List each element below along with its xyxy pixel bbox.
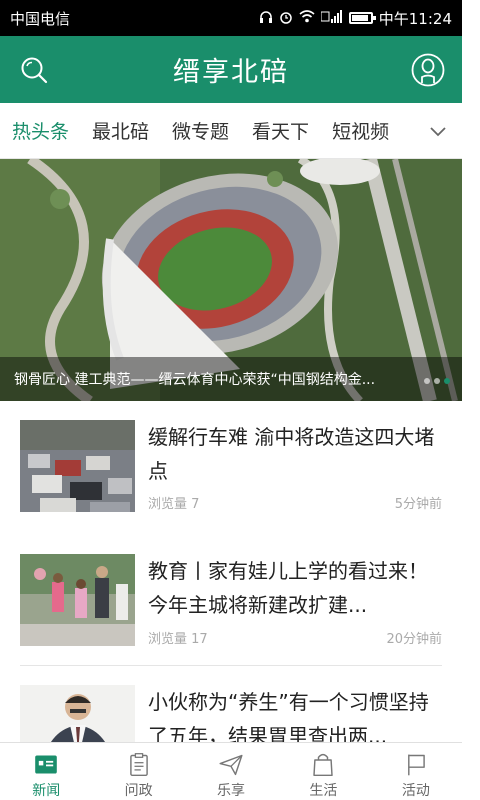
phone-screen: 中国电信 中午11:24 缙享北碚 热头条 最北碚 微专题 看天下 短视频 钢骨… <box>0 0 462 800</box>
view-count: 浏览量 17 <box>148 632 208 647</box>
carousel-dot[interactable] <box>434 378 440 384</box>
tab-beibei[interactable]: 最北碚 <box>92 117 149 144</box>
battery-icon <box>348 12 376 24</box>
news-title: 缓解行车难 渝中将改造这四大堵点 <box>148 425 435 483</box>
news-item[interactable]: 教育丨家有娃儿上学的看过来！今年主城将新建改扩建... 浏览量 17 20分钟前 <box>20 554 442 654</box>
news-item[interactable]: 缓解行车难 渝中将改造这四大堵点 浏览量 7 5分钟前 <box>20 420 442 520</box>
user-icon <box>411 53 445 87</box>
clock: 中午11:24 <box>378 9 452 28</box>
clipboard-icon <box>129 753 148 777</box>
paper-plane-icon <box>219 754 243 776</box>
nav-inquiry[interactable]: 问政 <box>92 743 184 800</box>
nav-label: 生活 <box>309 783 338 799</box>
nav-label: 乐享 <box>217 783 246 799</box>
news-item[interactable]: 小伙称为“养生”有一个习惯坚持了五年，结果胃里查出两... <box>20 685 442 777</box>
news-meta: 浏览量 17 20分钟前 <box>148 628 442 647</box>
wifi-icon <box>299 10 315 26</box>
flag-icon <box>407 754 425 776</box>
tab-world[interactable]: 看天下 <box>252 117 309 144</box>
banner-caption-bar: 钢骨匠心 建工典范——缙云体育中心荣获“中国钢结构金... <box>0 357 462 401</box>
search-button[interactable] <box>14 50 54 90</box>
status-icons: 中午11:24 <box>259 8 452 29</box>
nav-life[interactable]: 生活 <box>277 743 369 800</box>
news-thumbnail <box>20 554 135 646</box>
profile-button[interactable] <box>408 50 448 90</box>
news-title: 教育丨家有娃儿上学的看过来！今年主城将新建改扩建... <box>148 559 428 617</box>
headset-icon <box>259 10 273 27</box>
nav-label: 问政 <box>124 783 153 799</box>
news-meta: 浏览量 7 5分钟前 <box>148 493 442 512</box>
tab-hot-headlines[interactable]: 热头条 <box>12 117 69 144</box>
publish-time: 20分钟前 <box>386 632 442 647</box>
banner-caption[interactable]: 钢骨匠心 建工典范——缙云体育中心荣获“中国钢结构金... <box>14 369 409 389</box>
publish-time: 5分钟前 <box>394 497 442 512</box>
page-title: 缙享北碚 <box>173 57 289 88</box>
tab-short-videos[interactable]: 短视频 <box>332 117 389 144</box>
carousel-dot[interactable] <box>424 378 430 384</box>
alarm-icon <box>279 10 293 27</box>
news-thumbnail <box>20 420 135 512</box>
view-count: 浏览量 7 <box>148 497 200 512</box>
category-tabs: 热头条 最北碚 微专题 看天下 短视频 <box>0 103 462 159</box>
banner-carousel[interactable]: 钢骨匠心 建工典范——缙云体育中心荣获“中国钢结构金... <box>0 159 462 401</box>
nav-news[interactable]: 新闻 <box>0 743 92 800</box>
nav-label: 活动 <box>401 783 430 799</box>
app-header: 缙享北碚 <box>0 36 462 103</box>
nav-enjoy[interactable]: 乐享 <box>185 743 277 800</box>
status-bar: 中国电信 中午11:24 <box>0 0 462 36</box>
shopping-bag-icon <box>313 753 334 777</box>
tab-micro-topics[interactable]: 微专题 <box>172 117 229 144</box>
chevron-down-icon[interactable] <box>428 121 448 141</box>
carrier-label: 中国电信 <box>10 9 71 28</box>
divider <box>20 665 442 666</box>
news-icon <box>35 755 58 774</box>
carousel-indicator <box>424 378 450 384</box>
carousel-dot-active[interactable] <box>444 378 450 384</box>
nav-events[interactable]: 活动 <box>370 743 462 800</box>
nav-label: 新闻 <box>32 783 61 799</box>
search-icon <box>21 57 48 84</box>
bottom-navigation: 新闻 问政 乐享 生活 活动 <box>0 742 462 800</box>
signal-icon <box>320 10 343 26</box>
